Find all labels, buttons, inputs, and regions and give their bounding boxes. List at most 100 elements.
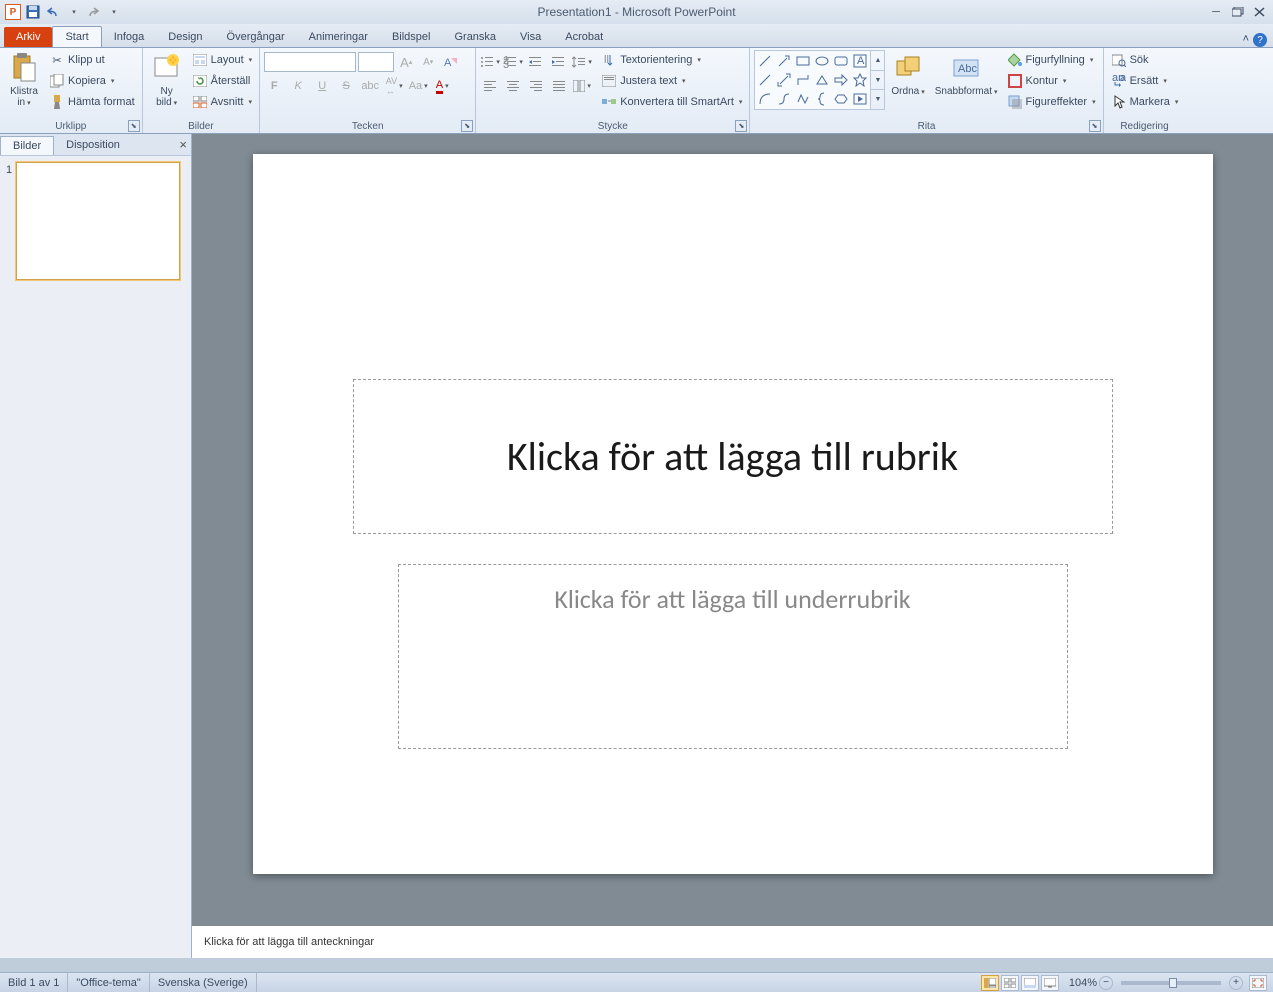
replace-button[interactable]: abacErsätt bbox=[1108, 71, 1182, 91]
shape-elbow-icon[interactable] bbox=[794, 71, 812, 89]
font-color-button[interactable]: A bbox=[432, 76, 452, 96]
reset-button[interactable]: Återställ bbox=[189, 71, 256, 91]
shape-line2-icon[interactable] bbox=[756, 71, 774, 89]
status-language[interactable]: Svenska (Sverige) bbox=[150, 973, 257, 992]
tab-view[interactable]: Visa bbox=[508, 27, 553, 47]
shape-star-icon[interactable] bbox=[851, 71, 869, 89]
tab-slideshow[interactable]: Bildspel bbox=[380, 27, 443, 47]
tab-file[interactable]: Arkiv bbox=[4, 27, 52, 47]
title-placeholder[interactable]: Klicka för att lägga till rubrik bbox=[353, 379, 1113, 534]
decrease-indent-button[interactable] bbox=[526, 52, 546, 72]
tab-insert[interactable]: Infoga bbox=[102, 27, 157, 47]
notes-pane[interactable]: Klicka för att lägga till anteckningar bbox=[192, 922, 1273, 958]
grow-font-button[interactable]: A▴ bbox=[396, 52, 416, 72]
panel-tab-outline[interactable]: Disposition bbox=[54, 136, 132, 154]
shape-line-icon[interactable] bbox=[756, 52, 774, 70]
panel-tab-slides[interactable]: Bilder bbox=[0, 136, 54, 155]
shadow-button[interactable]: abc bbox=[360, 76, 380, 96]
bold-button[interactable]: F bbox=[264, 76, 284, 96]
drawing-launcher[interactable]: ⬊ bbox=[1089, 120, 1101, 132]
status-slide-count[interactable]: Bild 1 av 1 bbox=[0, 973, 68, 992]
tab-home[interactable]: Start bbox=[52, 26, 101, 47]
italic-button[interactable]: K bbox=[288, 76, 308, 96]
copy-button[interactable]: Kopiera bbox=[46, 71, 138, 91]
tab-review[interactable]: Granska bbox=[442, 27, 508, 47]
slide-editor[interactable]: Klicka för att lägga till rubrik Klicka … bbox=[192, 134, 1273, 958]
layout-button[interactable]: Layout bbox=[189, 50, 256, 70]
strikethrough-button[interactable]: S bbox=[336, 76, 356, 96]
justify-button[interactable] bbox=[549, 76, 569, 96]
subtitle-placeholder[interactable]: Klicka för att lägga till underrubrik bbox=[398, 564, 1068, 749]
new-slide-button[interactable]: Ny bild bbox=[147, 50, 187, 111]
underline-button[interactable]: U bbox=[312, 76, 332, 96]
shape-triangle-icon[interactable] bbox=[813, 71, 831, 89]
minimize-button[interactable]: ─ bbox=[1207, 5, 1225, 19]
app-icon[interactable]: P bbox=[4, 3, 22, 21]
text-direction-button[interactable]: llTextorientering bbox=[598, 50, 745, 70]
sorter-view-button[interactable] bbox=[1001, 975, 1019, 991]
shape-rectangle-icon[interactable] bbox=[794, 52, 812, 70]
shape-outline-button[interactable]: Kontur bbox=[1004, 71, 1099, 91]
convert-smartart-button[interactable]: Konvertera till SmartArt bbox=[598, 92, 745, 112]
minimize-ribbon-button[interactable]: ˄ bbox=[1243, 33, 1249, 47]
shape-rounded-rect-icon[interactable] bbox=[832, 52, 850, 70]
paragraph-launcher[interactable]: ⬊ bbox=[735, 120, 747, 132]
tab-design[interactable]: Design bbox=[156, 27, 214, 47]
shape-brace-icon[interactable] bbox=[813, 90, 831, 108]
quick-styles-button[interactable]: Abc Snabbformat bbox=[931, 50, 1002, 100]
undo-dropdown[interactable] bbox=[64, 3, 82, 21]
clipboard-launcher[interactable]: ⬊ bbox=[128, 120, 140, 132]
shape-effects-button[interactable]: Figureffekter bbox=[1004, 92, 1099, 112]
columns-button[interactable] bbox=[572, 76, 592, 96]
font-family-combo[interactable] bbox=[264, 52, 356, 72]
slide-thumbnail-1[interactable] bbox=[16, 162, 180, 280]
shape-freeform-icon[interactable] bbox=[794, 90, 812, 108]
font-launcher[interactable]: ⬊ bbox=[461, 120, 473, 132]
panel-close-button[interactable]: × bbox=[179, 137, 187, 152]
shape-arrow-icon[interactable] bbox=[775, 52, 793, 70]
select-button[interactable]: Markera bbox=[1108, 92, 1182, 112]
paste-button[interactable]: Klistra in bbox=[4, 50, 44, 111]
cut-button[interactable]: ✂Klipp ut bbox=[46, 50, 138, 70]
normal-view-button[interactable] bbox=[981, 975, 999, 991]
restore-button[interactable] bbox=[1229, 5, 1247, 19]
slide-canvas[interactable]: Klicka för att lägga till rubrik Klicka … bbox=[253, 154, 1213, 874]
line-spacing-button[interactable] bbox=[572, 52, 592, 72]
shape-double-arrow-icon[interactable] bbox=[775, 71, 793, 89]
thumbnails-area[interactable]: 1 bbox=[0, 156, 191, 958]
find-button[interactable]: Sök bbox=[1108, 50, 1182, 70]
shapes-gallery[interactable]: A bbox=[754, 50, 871, 110]
arrange-button[interactable]: Ordna bbox=[887, 50, 928, 100]
shrink-font-button[interactable]: A▾ bbox=[418, 52, 438, 72]
redo-button[interactable] bbox=[84, 3, 102, 21]
gallery-more-button[interactable]: ▼ bbox=[871, 90, 884, 109]
tab-animations[interactable]: Animeringar bbox=[297, 27, 380, 47]
tab-acrobat[interactable]: Acrobat bbox=[553, 27, 615, 47]
help-button[interactable]: ? bbox=[1253, 33, 1267, 47]
align-right-button[interactable] bbox=[526, 76, 546, 96]
undo-button[interactable] bbox=[44, 3, 62, 21]
increase-indent-button[interactable] bbox=[549, 52, 569, 72]
numbering-button[interactable]: 123 bbox=[503, 52, 523, 72]
section-button[interactable]: Avsnitt bbox=[189, 92, 256, 112]
shape-fill-button[interactable]: Figurfyllning bbox=[1004, 50, 1099, 70]
zoom-in-button[interactable]: + bbox=[1229, 976, 1243, 990]
gallery-down-button[interactable]: ▼ bbox=[871, 71, 884, 91]
align-center-button[interactable] bbox=[503, 76, 523, 96]
zoom-thumb[interactable] bbox=[1169, 978, 1177, 988]
shape-hexagon-icon[interactable] bbox=[832, 90, 850, 108]
slideshow-view-button[interactable] bbox=[1041, 975, 1059, 991]
shape-right-arrow-icon[interactable] bbox=[832, 71, 850, 89]
qat-customize[interactable] bbox=[104, 3, 122, 21]
close-button[interactable] bbox=[1251, 5, 1269, 19]
status-theme[interactable]: "Office-tema" bbox=[68, 973, 149, 992]
shape-action-icon[interactable] bbox=[851, 90, 869, 108]
align-text-button[interactable]: Justera text bbox=[598, 71, 745, 91]
font-size-combo[interactable] bbox=[358, 52, 394, 72]
save-button[interactable] bbox=[24, 3, 42, 21]
shape-textbox-icon[interactable]: A bbox=[851, 52, 869, 70]
change-case-button[interactable]: Aa bbox=[408, 76, 428, 96]
clear-formatting-button[interactable]: A bbox=[440, 52, 460, 72]
align-left-button[interactable] bbox=[480, 76, 500, 96]
shape-curve-icon[interactable] bbox=[756, 90, 774, 108]
